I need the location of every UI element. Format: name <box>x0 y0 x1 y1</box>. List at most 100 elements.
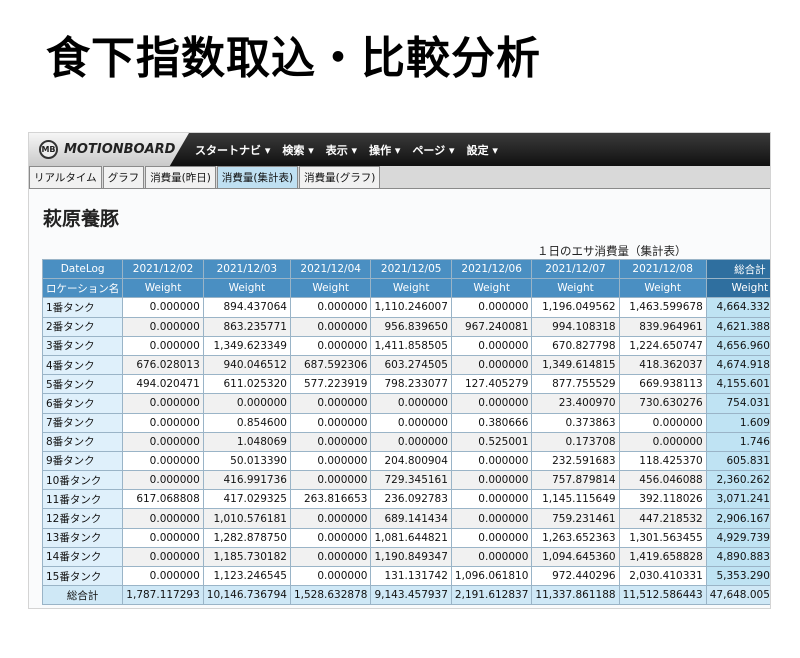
row-total-cell: 4,664.332311 <box>705 297 770 318</box>
table-cell: 0.854600 <box>202 412 291 433</box>
row-total-cell: 5,353.290725 <box>705 565 770 587</box>
table-cell: 127.405279 <box>450 374 533 395</box>
table-cell: 730.630276 <box>618 393 707 414</box>
tab-consumption-graph[interactable]: 消費量(グラフ) <box>299 166 381 188</box>
table-cell: 798.233077 <box>370 374 452 395</box>
consumption-table: DateLog 2021/12/02 2021/12/03 2021/12/04 202… <box>41 258 770 606</box>
logo-text: MOTIONBOARD <box>64 142 176 157</box>
table-row: 1番タンク 0.000000 894.437064 0.000000 1,110.246… <box>41 297 770 318</box>
app-logo: MB MOTIONBOARD <box>29 133 189 166</box>
menu-operation[interactable]: 操作 ▾ <box>369 142 400 158</box>
header-weight: Weight <box>370 278 452 299</box>
menu-search[interactable]: 検索 ▾ <box>282 142 313 158</box>
table-row: 11番タンク 617.068808 417.029325 263.816653 236.… <box>41 489 770 510</box>
table-cell: 0.525001 <box>450 431 533 452</box>
table-cell: 0.000000 <box>122 297 204 318</box>
table-cell: 1,081.644821 <box>370 527 452 548</box>
table-cell: 0.000000 <box>289 508 372 529</box>
table-cell: 1,010.576181 <box>202 508 291 529</box>
tab-graph[interactable]: グラフ <box>102 166 145 188</box>
table-cell: 0.000000 <box>450 450 533 472</box>
header-row-dates: DateLog 2021/12/02 2021/12/03 2021/12/04 202… <box>41 258 770 280</box>
header-weight: Weight <box>122 278 204 299</box>
header-weight: Weight <box>202 278 291 299</box>
table-cell: 0.000000 <box>122 431 204 452</box>
header-weight: Weight <box>531 278 620 299</box>
table-row: 6番タンク 0.000000 0.000000 0.000000 0.000000 0.0… <box>41 393 770 414</box>
table-row: 13番タンク 0.000000 1,282.878750 0.000000 1,081.… <box>41 527 770 548</box>
column-total-cell: 1,528.632878 <box>289 585 372 606</box>
table-cell: 669.938113 <box>618 374 707 395</box>
motionboard-window: MB MOTIONBOARD スタートナビ ▾ 検索 ▾ 表示 ▾ 操作 ▾ ペ… <box>28 132 771 609</box>
table-cell: 603.274505 <box>370 354 452 376</box>
table-cell: 1,190.849347 <box>370 546 452 568</box>
page-title: 萩原養豚 <box>43 208 120 230</box>
table-cell: 0.000000 <box>450 393 533 414</box>
table-cell: 204.800904 <box>370 450 452 472</box>
table-cell: 0.000000 <box>122 393 204 414</box>
row-location-label: 7番タンク <box>41 412 124 433</box>
menu-start-navi[interactable]: スタートナビ ▾ <box>195 142 270 158</box>
table-cell: 689.141434 <box>370 508 452 529</box>
table-cell: 0.000000 <box>450 354 533 376</box>
table-cell: 50.013390 <box>202 450 291 472</box>
menu-page[interactable]: ページ ▾ <box>412 142 454 158</box>
table-cell: 0.000000 <box>450 489 533 510</box>
table-cell: 494.020471 <box>122 374 204 395</box>
table-cell: 0.000000 <box>450 546 533 568</box>
table-cell: 611.025320 <box>202 374 291 395</box>
table-cell: 0.373863 <box>531 412 620 433</box>
table-cell: 2,030.410331 <box>618 565 707 587</box>
table-cell: 1,196.049562 <box>531 297 620 318</box>
table-cell: 1,263.652363 <box>531 527 620 548</box>
row-location-label: 10番タンク <box>41 470 124 491</box>
table-row: 4番タンク 676.028013 940.046512 687.592306 603.2… <box>41 354 770 376</box>
table-cell: 0.000000 <box>450 335 533 356</box>
table-row: 15番タンク 0.000000 1,123.246545 0.000000 131.13… <box>41 565 770 587</box>
tab-consumption-yesterday[interactable]: 消費量(昨日) <box>145 166 216 188</box>
table-cell: 416.991736 <box>202 470 291 491</box>
table-cell: 0.000000 <box>450 508 533 529</box>
table-row: 9番タンク 0.000000 50.013390 0.000000 204.800904… <box>41 450 770 472</box>
table-cell: 236.092783 <box>370 489 452 510</box>
table-cell: 0.000000 <box>618 431 707 452</box>
table-cell: 670.827798 <box>531 335 620 356</box>
table-cell: 0.000000 <box>450 470 533 491</box>
table-cell: 877.755529 <box>531 374 620 395</box>
row-location-label: 13番タンク <box>41 527 124 548</box>
menu-view[interactable]: 表示 ▾ <box>326 142 357 158</box>
grand-total-label: 総合計 <box>41 585 124 606</box>
tab-realtime[interactable]: リアルタイム <box>29 166 102 188</box>
row-total-cell: 605.831347 <box>705 450 770 472</box>
tab-consumption-summary[interactable]: 消費量(集計表) <box>216 166 299 188</box>
header-grand-total: 総合計 <box>705 258 770 280</box>
table-cell: 1,224.650747 <box>618 335 707 356</box>
row-location-label: 9番タンク <box>41 450 124 472</box>
table-cell: 0.000000 <box>289 470 372 491</box>
header-date: 2021/12/02 <box>122 258 204 280</box>
table-cell: 1,110.246007 <box>370 297 452 318</box>
menu-settings[interactable]: 設定 ▾ <box>467 142 498 158</box>
row-total-cell: 2,360.262798 <box>705 470 770 491</box>
table-cell: 0.000000 <box>122 412 204 433</box>
table-cell: 1,282.878750 <box>202 527 291 548</box>
column-total-cell: 1,787.117293 <box>122 585 204 606</box>
table-cell: 1.048069 <box>202 431 291 452</box>
column-total-cell: 11,337.861188 <box>531 585 620 606</box>
header-date: 2021/12/08 <box>618 258 707 280</box>
table-cell: 0.000000 <box>370 412 452 433</box>
table-cell: 1,094.645360 <box>531 546 620 568</box>
header-date: 2021/12/07 <box>531 258 620 280</box>
table-cell: 0.000000 <box>122 335 204 356</box>
header-datelog: DateLog <box>41 258 124 280</box>
table-cell: 1,185.730182 <box>202 546 291 568</box>
table-caption: １日のエサ消費量（集計表） <box>537 244 687 258</box>
row-total-cell: 754.031246 <box>705 393 770 414</box>
header-date: 2021/12/05 <box>370 258 452 280</box>
table-cell: 972.440296 <box>531 565 620 587</box>
table-cell: 0.380666 <box>450 412 533 433</box>
table-row: 8番タンク 0.000000 1.048069 0.000000 0.000000 0.5… <box>41 431 770 452</box>
header-weight: Weight <box>705 278 770 299</box>
table-cell: 0.000000 <box>289 335 372 356</box>
table-cell: 956.839650 <box>370 316 452 337</box>
